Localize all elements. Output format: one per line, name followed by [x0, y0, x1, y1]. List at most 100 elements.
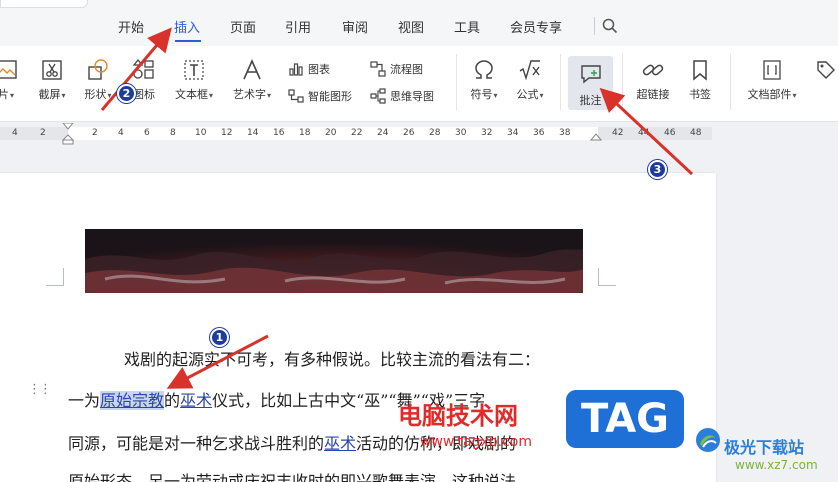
- step-badge-3: 3: [648, 160, 667, 179]
- flowchart-label: 流程图: [390, 63, 423, 76]
- ruler-tick-label: 24: [377, 128, 389, 138]
- paragraph-line[interactable]: 原始形态。另一为劳动或庆祝丰收时的即兴歌舞表演，这种说法: [68, 468, 516, 482]
- page-corner-mark: [46, 268, 64, 286]
- step-badge-2: 2: [117, 84, 136, 103]
- ruler-tick-label: 18: [299, 128, 311, 138]
- text-run: 一为: [68, 391, 101, 410]
- aurora-logo-icon: [696, 428, 720, 452]
- bookmark-icon: [693, 60, 707, 81]
- ruler-tick-label: 22: [351, 128, 363, 138]
- mindmap-icon: [370, 88, 386, 104]
- mindmap-label: 思维导图: [390, 90, 434, 103]
- smartart-label: 智能图形: [308, 90, 352, 103]
- smartart-button[interactable]: 智能图形: [288, 88, 352, 104]
- bookmark-button[interactable]: 书签: [680, 58, 720, 102]
- ruler-tick-label: 6: [144, 128, 150, 138]
- mindmap-button[interactable]: 思维导图: [370, 88, 434, 104]
- ruler-tick-label: 4: [12, 128, 18, 138]
- smartart-icon: [288, 89, 304, 103]
- flowchart-icon: [370, 61, 386, 77]
- symbol-button[interactable]: 符号▾: [464, 58, 504, 102]
- chart-label: 图表: [308, 63, 330, 76]
- docparts-icon: [763, 60, 781, 80]
- tab-divider: [594, 17, 595, 35]
- paragraph-line[interactable]: 戏剧的起源实不可考，有多种假说。比较主流的看法有二：: [124, 346, 540, 370]
- icons-icon: [132, 58, 154, 79]
- wordart-icon: [243, 59, 261, 80]
- menu-tab-bar: 开始 插入 页面 引用 审阅 视图 工具 会员专享: [0, 0, 838, 46]
- flowchart-button[interactable]: 流程图: [370, 61, 423, 77]
- ruler-tick-label: 8: [170, 128, 176, 138]
- tab-member[interactable]: 会员专享: [510, 17, 562, 36]
- tab-insert[interactable]: 插入: [174, 17, 200, 36]
- watermark-logo-name: 极光下载站: [724, 438, 805, 457]
- wordart-label: 艺术字: [232, 88, 266, 101]
- ribbon-divider: [456, 54, 457, 110]
- watermark-site-url: www.tagxp.com: [420, 434, 532, 450]
- docparts-button[interactable]: 文档部件▾: [742, 58, 802, 102]
- hyperlink-text[interactable]: 巫术: [324, 434, 356, 453]
- symbol-label: 符号: [470, 88, 493, 101]
- tab-tools[interactable]: 工具: [454, 17, 480, 36]
- ruler-tick-label: 34: [507, 128, 519, 138]
- ruler-tick-label: 36: [533, 128, 545, 138]
- tab-home[interactable]: 开始: [118, 17, 144, 36]
- hyperlink-text[interactable]: 巫术: [180, 391, 212, 410]
- ruler-tick-label: 4: [118, 128, 124, 138]
- watermark-tag-logo: TAG: [566, 390, 684, 448]
- tab-view[interactable]: 视图: [398, 17, 424, 36]
- ruler-tick-label: 48: [690, 128, 702, 138]
- shapes-icon: [88, 59, 108, 80]
- page-corner-mark: [598, 268, 616, 286]
- ruler-tick-label: 30: [455, 128, 467, 138]
- hyperlink-button[interactable]: 超链接: [632, 58, 674, 102]
- ribbon-divider: [730, 54, 731, 110]
- chart-button[interactable]: 图表: [288, 61, 330, 77]
- step-badge-1: 1: [210, 328, 229, 347]
- formula-button[interactable]: 公式▾: [510, 58, 550, 102]
- tag-icon: [817, 61, 835, 79]
- text-run: 同源，可能是对一种乞求战斗胜利的: [68, 434, 325, 453]
- ruler-tick-label: 42: [612, 128, 624, 138]
- tab-references[interactable]: 引用: [285, 17, 311, 36]
- paragraph-drag-handle-icon[interactable]: ⋮⋮: [28, 383, 52, 396]
- shapes-button[interactable]: 形状▾: [78, 58, 118, 102]
- title-stub: [0, 0, 88, 8]
- ruler-tick-label: 16: [273, 128, 285, 138]
- wordart-button[interactable]: 艺术字▾: [228, 58, 276, 102]
- picture-label: 片: [0, 88, 9, 101]
- text-run: 的: [164, 391, 181, 410]
- omega-icon: [475, 60, 493, 79]
- ruler-tick-label: 2: [40, 128, 46, 138]
- formula-icon: [519, 60, 540, 81]
- shapes-label: 形状: [84, 88, 107, 101]
- ruler-tick-label: 28: [429, 128, 441, 138]
- indent-marker-icon[interactable]: [61, 123, 75, 145]
- scissors-icon: [42, 60, 62, 80]
- picture-button[interactable]: 片▾: [0, 58, 24, 102]
- watermark-logo-url: www.xz7.com: [735, 458, 818, 472]
- right-indent-marker-icon[interactable]: [590, 133, 602, 143]
- ruler-tick-label: 12: [221, 128, 233, 138]
- textbox-label: 文本框: [174, 88, 208, 101]
- selected-text[interactable]: 原始宗教: [100, 391, 165, 410]
- docparts-label: 文档部件: [747, 88, 792, 101]
- link-icon: [642, 64, 664, 76]
- tab-page[interactable]: 页面: [230, 17, 256, 36]
- comment-button[interactable]: 批注: [568, 56, 613, 110]
- banner-image[interactable]: [85, 229, 583, 293]
- screenshot-button[interactable]: 截屏▾: [32, 58, 72, 102]
- ruler-tick-label: 20: [325, 128, 337, 138]
- watermark-site-name: 电脑技术网: [398, 402, 518, 430]
- more-tools-button[interactable]: [808, 58, 838, 82]
- horizontal-ruler[interactable]: 4 2 2 4 6 8 10 12 14 16 18 20 22 24 26 28 30 32 34 36 38 42 44…: [0, 123, 838, 145]
- ribbon-divider: [622, 54, 623, 110]
- search-icon[interactable]: [602, 18, 618, 34]
- ruler-tick-label: 32: [481, 128, 493, 138]
- tab-review[interactable]: 审阅: [342, 17, 368, 36]
- hyperlink-label: 超链接: [636, 88, 670, 101]
- ruler-tick-label: 38: [559, 128, 571, 138]
- formula-label: 公式: [516, 88, 539, 101]
- textbox-button[interactable]: 文本框▾: [170, 58, 218, 102]
- active-tab-indicator: [175, 40, 201, 42]
